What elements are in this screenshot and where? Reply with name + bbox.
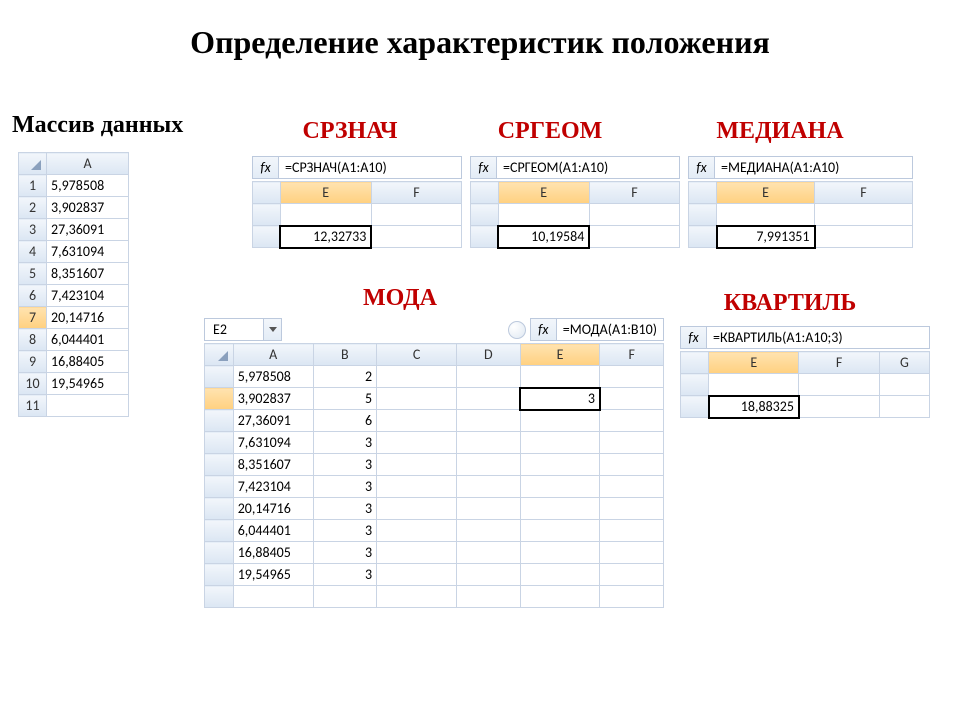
label-quartile: КВАРТИЛЬ (700, 290, 880, 317)
chevron-down-icon (269, 327, 277, 332)
srgeom-block: fx=СРГЕОМ(A1:A10) EF 10,19584 (470, 156, 680, 249)
cell[interactable]: 5,978508 (47, 175, 129, 197)
median-block: fx=МЕДИАНА(A1:A10) EF 7,991351 (688, 156, 913, 249)
name-box-dropdown[interactable] (264, 318, 282, 341)
srznach-result[interactable]: 12,32733 (280, 226, 371, 248)
fx-icon[interactable]: fx (471, 157, 497, 178)
fx-icon[interactable]: fx (681, 327, 707, 348)
row-1[interactable]: 1 (19, 175, 47, 197)
formula-text[interactable]: =КВАРТИЛЬ(A1:A10;3) (707, 327, 929, 348)
formula-text[interactable]: =МОДА(A1:B10) (557, 319, 663, 340)
fx-icon[interactable]: fx (253, 157, 279, 178)
label-mode: МОДА (325, 285, 475, 312)
srznach-block: fx =СРЗНАЧ(A1:A10) EF 12,32733 (252, 156, 462, 249)
formula-bar: fx =СРЗНАЧ(A1:A10) (252, 156, 462, 179)
name-box[interactable]: E2 (204, 318, 264, 341)
quartile-block: fx=КВАРТИЛЬ(A1:A10;3) EFG 18,88325 (680, 326, 930, 419)
label-median: МЕДИАНА (690, 118, 870, 145)
fx-icon[interactable]: fx (531, 319, 557, 340)
mode-result[interactable]: 3 (520, 388, 600, 410)
fx-icon[interactable]: fx (689, 157, 715, 178)
label-dataset: Массив данных (12, 112, 183, 139)
label-srgeom: СРГЕОМ (470, 118, 630, 145)
formula-text[interactable]: =СРГЕОМ(A1:A10) (497, 157, 679, 178)
dataset-grid: A 15,978508 23,902837 327,36091 47,63109… (18, 152, 129, 417)
formula-text[interactable]: =СРЗНАЧ(A1:A10) (279, 157, 461, 178)
formula-text[interactable]: =МЕДИАНА(A1:A10) (715, 157, 912, 178)
median-result[interactable]: 7,991351 (717, 226, 815, 248)
cancel-icon[interactable] (508, 321, 526, 339)
label-srznach: СРЗНАЧ (270, 118, 430, 145)
col-A[interactable]: A (47, 153, 129, 175)
quartile-result[interactable]: 18,88325 (709, 396, 799, 418)
mode-block: E2 fx =МОДА(A1:B10) A B C D E F 5,978508… (204, 318, 664, 608)
srgeom-result[interactable]: 10,19584 (498, 226, 589, 248)
page-title: Определение характеристик положения (0, 24, 960, 61)
